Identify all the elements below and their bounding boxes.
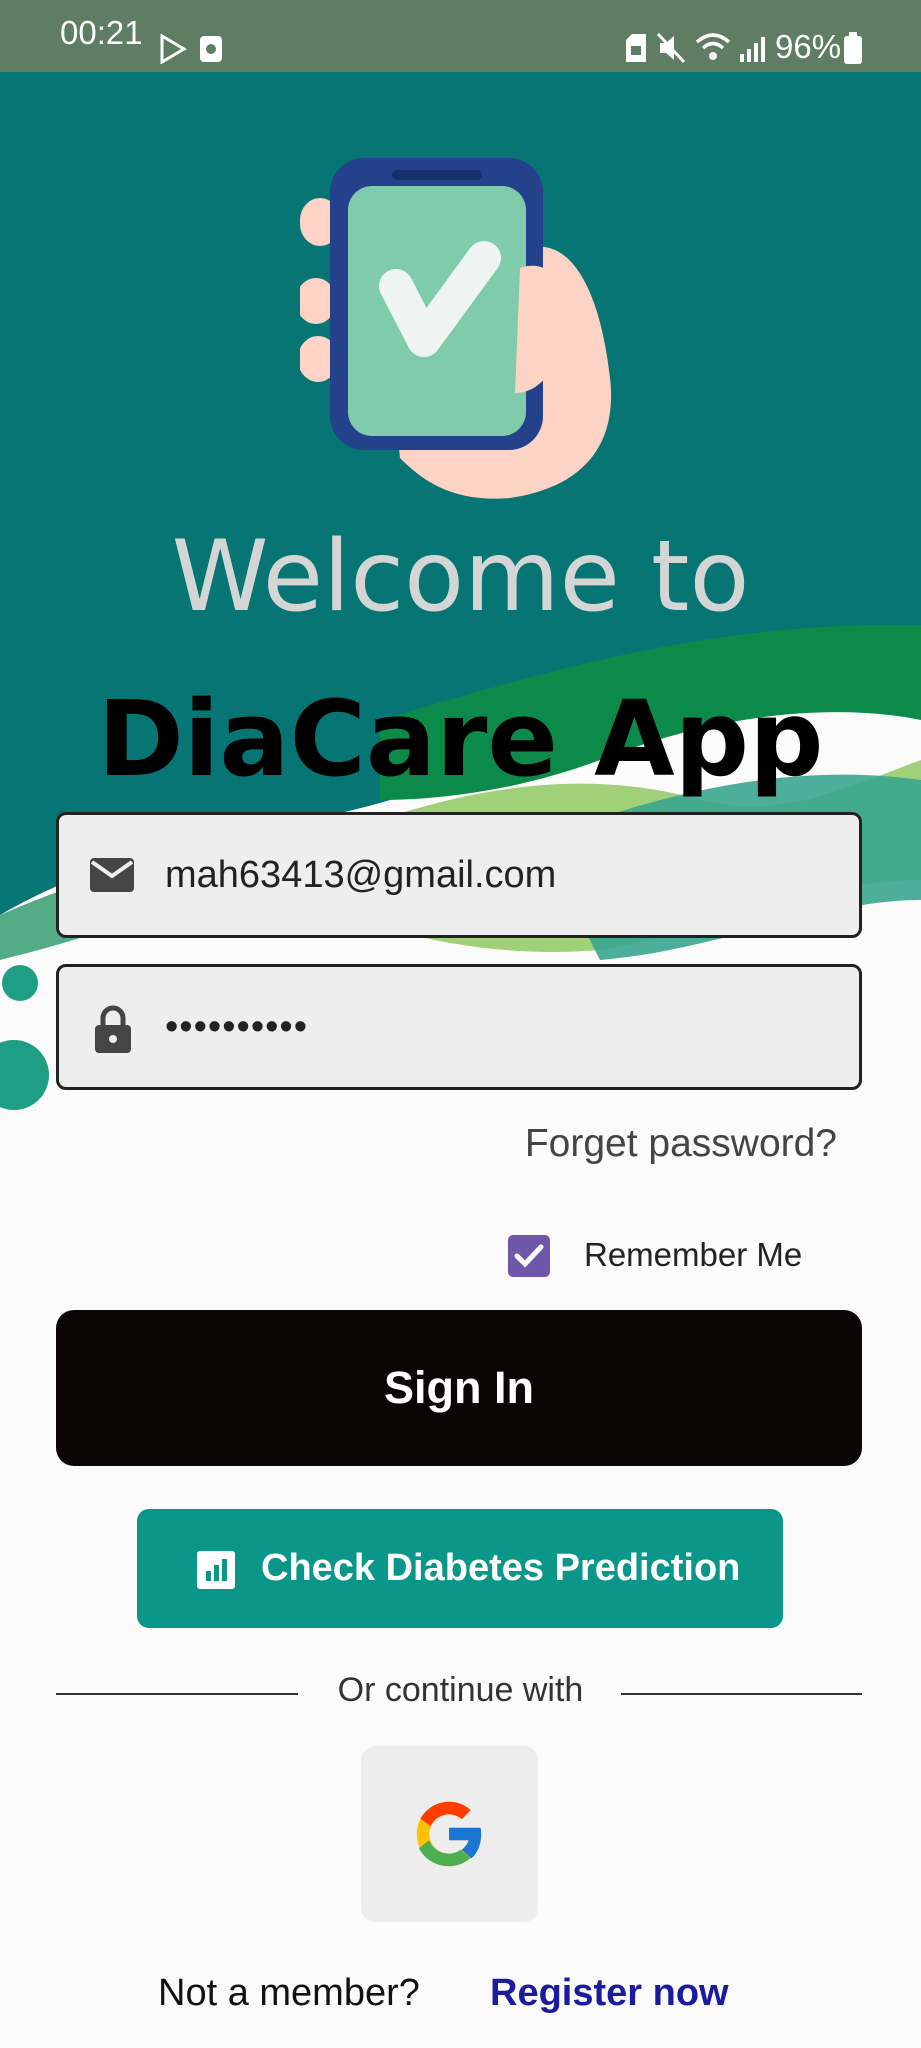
chart-icon [197, 1551, 235, 1589]
forget-password-link[interactable]: Forget password? [525, 1122, 837, 1166]
divider-right [621, 1693, 862, 1695]
signal-icon [740, 37, 765, 62]
play-store-icon [160, 34, 187, 64]
email-field[interactable]: mah63413@gmail.com [56, 812, 862, 938]
remember-me-checkbox[interactable] [508, 1235, 550, 1277]
email-value: mah63413@gmail.com [165, 854, 557, 896]
welcome-heading: Welcome to [171, 520, 750, 634]
battery-icon [844, 32, 862, 64]
wifi-icon [695, 33, 731, 60]
app-name-heading: DiaCare App [97, 678, 824, 800]
not-member-text: Not a member? [158, 1972, 420, 2014]
check-prediction-button[interactable]: Check Diabetes Prediction [137, 1509, 783, 1628]
screen-record-icon [200, 36, 222, 62]
lock-icon [95, 1005, 131, 1053]
check-prediction-label: Check Diabetes Prediction [261, 1547, 741, 1589]
or-continue-text: Or continue with [337, 1671, 584, 1709]
sign-in-button[interactable]: Sign In [56, 1310, 862, 1466]
mute-icon [656, 32, 686, 64]
status-bar: 00:21 96% [0, 0, 921, 72]
phone-check-icon [300, 158, 612, 499]
checkmark-icon [514, 1244, 544, 1268]
battery-percent: 96% [775, 28, 842, 65]
divider-left [56, 1693, 298, 1695]
sim-lock-icon [626, 34, 646, 62]
login-screen: 00:21 96% Welcome to DiaCare App mah6341… [0, 0, 921, 2048]
google-signin-button[interactable] [361, 1746, 538, 1922]
google-icon [416, 1801, 484, 1867]
mail-icon [90, 858, 134, 892]
status-time: 00:21 [60, 14, 143, 51]
remember-me-label: Remember Me [584, 1236, 803, 1273]
register-link[interactable]: Register now [490, 1972, 729, 2015]
password-field[interactable]: •••••••••• [56, 964, 862, 1090]
password-value: •••••••••• [165, 1006, 309, 1048]
